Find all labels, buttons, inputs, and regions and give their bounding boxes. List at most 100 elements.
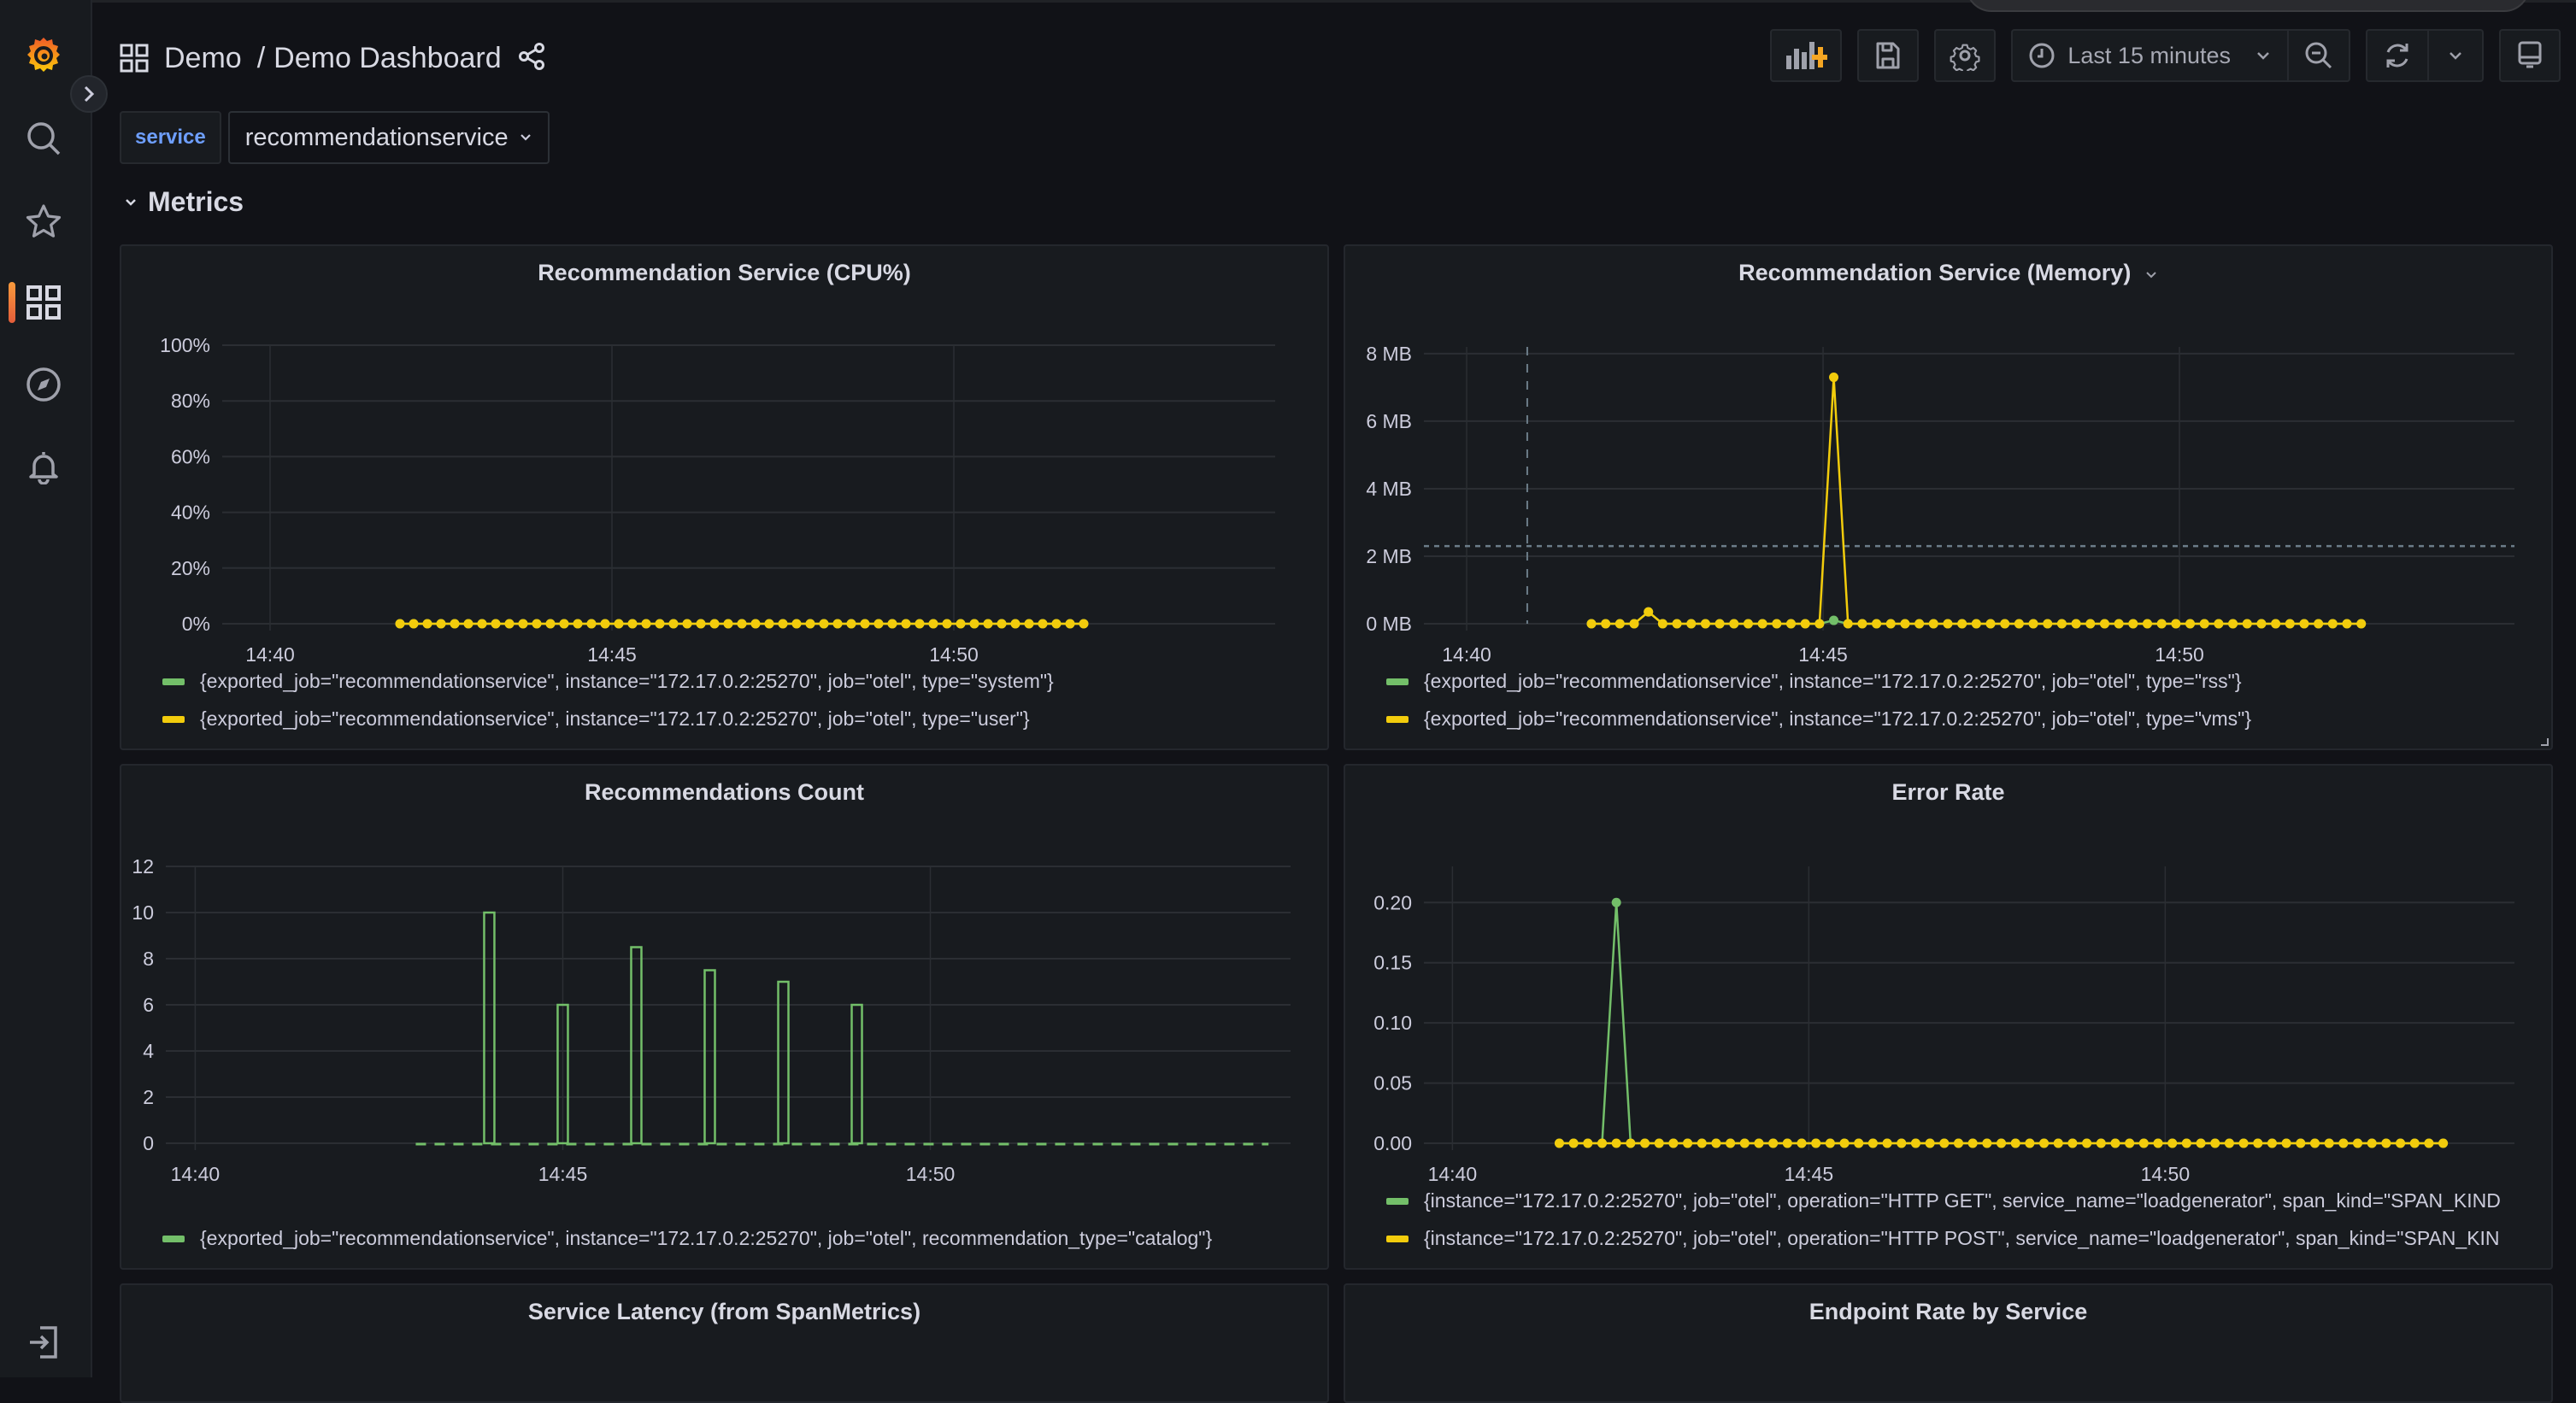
legend-label: {exported_job="recommendationservice", i… [200, 670, 1054, 692]
legend-label: {exported_job="recommendationservice", i… [1424, 670, 2242, 692]
data-point [2253, 1138, 2263, 1148]
legend-item[interactable]: {exported_job="recommendationservice", i… [162, 670, 1054, 693]
data-point [1729, 619, 1739, 629]
data-point [2110, 1138, 2120, 1148]
bell-icon[interactable] [22, 445, 65, 488]
chevron-right-icon [84, 85, 95, 103]
data-point [2314, 619, 2324, 629]
dashboards-grid-icon[interactable] [22, 281, 65, 324]
compass-icon[interactable] [22, 363, 65, 406]
legend-item[interactable]: {instance="172.17.0.2:25270", job="otel"… [1386, 1227, 2539, 1250]
data-point [2196, 1138, 2206, 1148]
search-icon[interactable] [22, 117, 65, 160]
data-point [860, 619, 870, 629]
dashboard-settings-button[interactable] [1934, 29, 1997, 82]
refresh-button[interactable] [2367, 31, 2427, 80]
data-point [1928, 619, 1938, 629]
legend-item[interactable]: {exported_job="recommendationservice", i… [1386, 670, 2242, 693]
service-variable-select[interactable]: recommendationservice [227, 111, 550, 164]
data-point [2056, 619, 2067, 629]
data-point [1967, 1138, 1978, 1148]
x-tick-label: 14:40 [1442, 643, 1491, 666]
y-tick-label: 10 [132, 901, 154, 924]
data-point [764, 619, 774, 629]
series-line [1591, 377, 2361, 625]
data-point [1800, 619, 1810, 629]
data-point [1640, 1138, 1650, 1148]
save-icon [1876, 42, 1900, 69]
data-point [1925, 1138, 1935, 1148]
data-point [1568, 1138, 1579, 1148]
variables-bar: service recommendationservice [120, 111, 550, 164]
data-point [2324, 1138, 2334, 1148]
tv-mode-button[interactable] [2499, 29, 2561, 82]
data-point [1797, 1138, 1807, 1148]
legend-swatch [162, 715, 185, 723]
data-point [1065, 619, 1075, 629]
chevron-down-icon [2450, 52, 2461, 60]
x-tick-label: 14:50 [2141, 1163, 2191, 1185]
legend-label: {exported_job="recommendationservice", i… [1424, 707, 2252, 730]
data-point [1711, 1138, 1721, 1148]
share-icon [518, 42, 544, 70]
gear-icon [1950, 44, 1980, 71]
data-point [2153, 1138, 2163, 1148]
star-icon[interactable] [22, 200, 65, 243]
legend-label: {exported_job="recommendationservice", i… [200, 707, 1030, 730]
data-point [1897, 1138, 1907, 1148]
recommendations-chart[interactable]: 0 2 4 6 8 10 12 14:40 14:45 14:50 [121, 766, 1331, 1271]
data-point [2281, 1138, 2291, 1148]
data-point [901, 619, 911, 629]
y-tick-label: 40% [171, 502, 210, 524]
legend-item[interactable]: {exported_job="recommendationservice", i… [1386, 707, 2251, 731]
panel-cpu: Recommendation Service (CPU%) 0% 20% 40% 60… [120, 244, 1329, 750]
data-point [2071, 619, 2081, 629]
data-point [1629, 619, 1639, 629]
clock-icon [2029, 43, 2055, 68]
data-point [1024, 619, 1034, 629]
legend-item[interactable]: {exported_job="recommendationservice", i… [162, 707, 1030, 731]
chevron-down-icon [2257, 52, 2269, 60]
y-tick-label: 6 MB [1366, 410, 1412, 432]
refresh-interval-dropdown[interactable] [2427, 31, 2482, 80]
share-dashboard-button[interactable] [517, 42, 546, 75]
zoom-out-time-button[interactable] [2287, 31, 2349, 80]
y-tick-label: 0.10 [1373, 1012, 1412, 1034]
data-point [1714, 619, 1725, 629]
data-point [696, 619, 706, 629]
legend-item[interactable]: {instance="172.17.0.2:25270", job="otel"… [1386, 1189, 2539, 1212]
data-point [532, 619, 542, 629]
legend-item[interactable]: {exported_job="recommendationservice", i… [162, 1227, 1212, 1250]
panel-title[interactable]: Service Latency (from SpanMetrics) [121, 1299, 1327, 1325]
data-point [2299, 619, 2309, 629]
data-point [1814, 619, 1825, 629]
data-point [1957, 619, 1967, 629]
data-point [1626, 1138, 1636, 1148]
data-point [2142, 619, 2152, 629]
data-point [2327, 619, 2338, 629]
data-point [2342, 619, 2352, 629]
legend-label: {instance="172.17.0.2:25270", job="otel"… [1424, 1227, 2500, 1249]
sign-in-icon[interactable] [22, 1321, 65, 1364]
panel-error-rate: Error Rate 0.00 0.05 0.10 0.15 0.20 14:40 14:4… [1344, 764, 2553, 1270]
data-point [1614, 619, 1625, 629]
grafana-logo-icon[interactable] [22, 34, 65, 77]
y-tick-label: 0.05 [1373, 1072, 1412, 1095]
data-point [709, 619, 720, 629]
breadcrumb-folder[interactable]: Demo [164, 42, 242, 75]
data-point [2000, 619, 2010, 629]
data-point [1772, 619, 1782, 629]
data-point [1597, 1138, 1607, 1148]
data-point [1786, 619, 1797, 629]
expand-sidebar-button[interactable] [70, 75, 108, 113]
add-panel-button[interactable] [1770, 29, 1843, 82]
time-range-picker[interactable]: Last 15 minutes [2013, 31, 2287, 80]
data-point [504, 619, 515, 629]
data-point [1985, 619, 1996, 629]
panel-title[interactable]: Endpoint Rate by Service [1345, 1299, 2551, 1325]
save-dashboard-button[interactable] [1857, 29, 1920, 82]
resize-handle-icon[interactable] [2539, 737, 2550, 747]
data-point [477, 619, 487, 629]
y-tick-label: 12 [132, 855, 154, 878]
row-toggle-metrics[interactable]: Metrics [124, 186, 244, 218]
